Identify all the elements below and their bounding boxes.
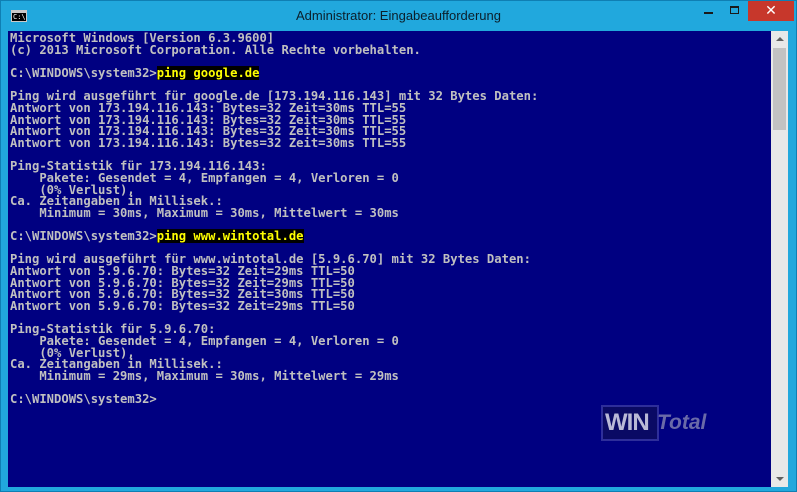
- maximize-icon: [730, 6, 739, 14]
- title-bar[interactable]: C:\ Administrator: Eingabeaufforderung ✕: [1, 1, 796, 31]
- console-text: Microsoft Windows [Version 6.3.9600] (c) …: [8, 31, 771, 406]
- scroll-up-arrow-icon[interactable]: [771, 31, 788, 48]
- window-title: Administrator: Eingabeaufforderung: [296, 8, 501, 23]
- console-prompt-line: C:\WINDOWS\system32>ping google.de: [10, 65, 771, 80]
- console-output-line: Minimum = 29ms, Maximum = 30ms, Mittelwe…: [10, 369, 399, 384]
- maximize-button[interactable]: [722, 1, 748, 21]
- logo-text-total: Total: [657, 411, 707, 434]
- minimize-icon: [704, 12, 713, 14]
- prompt-path: C:\WINDOWS\system32>: [10, 392, 157, 407]
- console-prompt-line: C:\WINDOWS\system32>ping www.wintotal.de: [10, 229, 771, 244]
- console-output-line: Antwort von 5.9.6.70: Bytes=32 Zeit=29ms…: [10, 299, 355, 314]
- prompt-path: C:\WINDOWS\system32>: [10, 65, 157, 80]
- vertical-scrollbar[interactable]: [771, 31, 788, 487]
- close-button[interactable]: ✕: [748, 1, 794, 21]
- typed-command: ping www.wintotal.de: [156, 229, 304, 244]
- minimize-button[interactable]: [695, 1, 722, 21]
- logo-text-win: WIN: [605, 409, 650, 436]
- prompt-path: C:\WINDOWS\system32>: [10, 229, 157, 244]
- console-output-line: (c) 2013 Microsoft Corporation. Alle Rec…: [10, 42, 421, 57]
- close-icon: ✕: [765, 2, 777, 18]
- scroll-down-arrow-icon[interactable]: [771, 470, 788, 487]
- typed-command: ping google.de: [156, 65, 260, 80]
- wintotal-watermark-logo: WIN Total: [597, 405, 721, 443]
- console-window: C:\ Administrator: Eingabeaufforderung ✕…: [0, 0, 797, 492]
- console-output-line: Antwort von 173.194.116.143: Bytes=32 Ze…: [10, 135, 407, 150]
- console-output-line: Minimum = 30ms, Maximum = 30ms, Mittelwe…: [10, 205, 399, 220]
- scrollbar-thumb[interactable]: [773, 48, 786, 130]
